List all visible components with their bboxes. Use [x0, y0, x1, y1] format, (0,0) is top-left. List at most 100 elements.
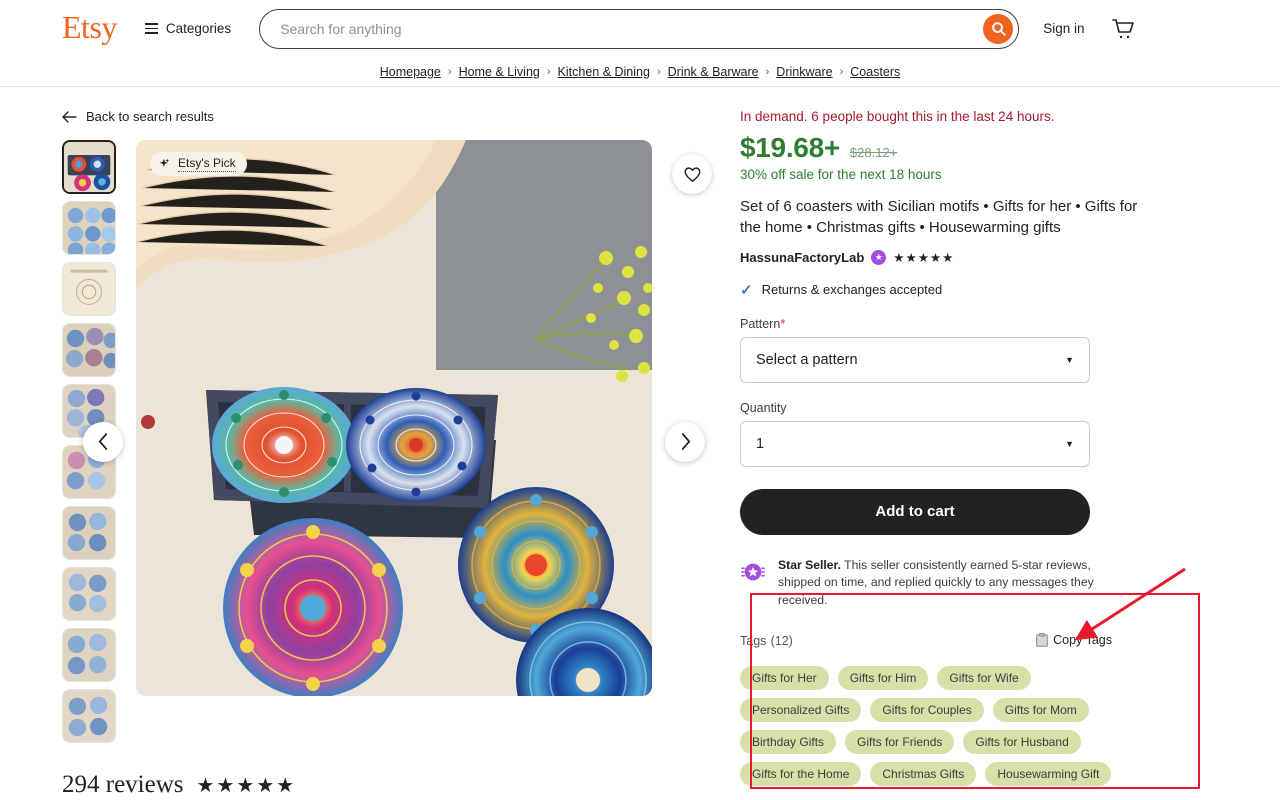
seller-info: HassunaFactoryLab ★ ★ ★ ★ ★ ★ — [740, 249, 1160, 265]
reviews-count-label: 294 reviews — [62, 771, 184, 798]
original-price: $28.12+ — [849, 145, 898, 160]
main-product-image[interactable] — [136, 140, 652, 696]
thumbnail-item[interactable] — [62, 628, 116, 682]
seller-star-rating[interactable]: ★ ★ ★ ★ ★ — [893, 250, 953, 265]
star-icon: ★ — [917, 250, 929, 265]
add-to-cart-button[interactable]: Add to cart — [740, 488, 1090, 535]
thumbnail-item[interactable] — [62, 140, 116, 194]
tags-header: Tags (12) Copy Tags — [740, 632, 1112, 649]
coaster-thumbnail-image — [63, 507, 115, 559]
reviews-summary[interactable]: 294 reviews ★ ★ ★ ★ ★ — [62, 771, 740, 799]
star-icon: ★ — [276, 774, 296, 797]
breadcrumb-separator: › — [839, 65, 844, 78]
star-seller-info: Star Seller. This seller consistently ea… — [740, 557, 1112, 610]
breadcrumb-item-drink-barware[interactable]: Drink & Barware — [668, 65, 759, 79]
quantity-field-label: Quantity — [740, 400, 787, 415]
previous-image-button[interactable] — [83, 421, 123, 462]
product-title: Set of 6 coasters with Sicilian motifs •… — [740, 198, 1138, 237]
tag-item[interactable]: Gifts for Husband — [963, 729, 1081, 754]
tag-item[interactable]: Christmas Gifts — [870, 761, 977, 786]
tag-item[interactable]: Birthday Gifts — [740, 729, 837, 754]
chevron-left-icon — [98, 433, 107, 450]
main-content: Back to search results Etsy's Pick 294 r… — [0, 87, 1280, 799]
back-to-search-results-link[interactable]: Back to search results — [62, 109, 740, 124]
categories-label: Categories — [165, 21, 232, 36]
thumbnail-item[interactable] — [62, 201, 116, 255]
coaster-thumbnail-image — [63, 324, 115, 376]
quantity-select[interactable]: 1 ▼ — [740, 420, 1090, 467]
next-image-button[interactable] — [665, 421, 705, 462]
search-input[interactable] — [259, 8, 1020, 49]
gallery-column: Back to search results Etsy's Pick 294 r… — [0, 109, 740, 799]
tags-title-text: Tags — [740, 633, 767, 648]
tag-item[interactable]: Gifts for Couples — [870, 697, 984, 722]
seller-name-link[interactable]: HassunaFactoryLab — [740, 250, 864, 265]
product-gallery: Etsy's Pick — [62, 140, 740, 743]
shopping-cart-icon — [1112, 18, 1135, 38]
search-button[interactable] — [983, 13, 1014, 44]
current-price: $19.68+ — [740, 132, 840, 163]
tag-item[interactable]: Gifts for Her — [740, 665, 829, 690]
breadcrumb-item-homepage[interactable]: Homepage — [380, 65, 441, 79]
price-block: $19.68+ $28.12+ — [740, 132, 1160, 164]
breadcrumb-separator: › — [656, 65, 661, 78]
tag-item[interactable]: Personalized Gifts — [740, 697, 862, 722]
chevron-down-icon: ▼ — [1065, 354, 1074, 365]
thumbnail-item[interactable] — [62, 262, 116, 316]
coaster-thumbnail-image — [63, 263, 115, 315]
star-seller-badge-icon — [741, 563, 765, 580]
thumbnail-item[interactable] — [62, 689, 116, 743]
sparkle-icon — [159, 158, 170, 167]
star-icon: ★ — [196, 774, 216, 797]
tag-item[interactable]: Gifts for Him — [837, 665, 929, 690]
copy-tags-button[interactable]: Copy Tags — [1036, 633, 1112, 647]
hamburger-icon — [144, 23, 158, 34]
tags-count: (12) — [770, 633, 793, 648]
breadcrumb-item-drinkware[interactable]: Drinkware — [776, 65, 832, 79]
tags-section: Tags (12) Copy Tags Gifts for Her Gifts … — [740, 632, 1112, 786]
sign-in-link[interactable]: Sign in — [1043, 21, 1084, 36]
cart-button[interactable] — [1110, 17, 1136, 41]
tags-title: Tags (12) — [740, 632, 793, 649]
reviews-star-rating: ★ ★ ★ ★ ★ — [197, 773, 296, 798]
categories-button[interactable]: Categories — [144, 21, 232, 36]
returns-policy: ✓ Returns & exchanges accepted — [740, 281, 1160, 299]
tag-item[interactable]: Gifts for Wife — [937, 665, 1031, 690]
coaster-thumbnail-image — [64, 142, 114, 192]
tag-item[interactable]: Gifts for the Home — [740, 761, 862, 786]
breadcrumb-item-coasters[interactable]: Coasters — [850, 65, 900, 79]
star-icon: ★ — [256, 774, 276, 797]
clipboard-icon — [1036, 633, 1048, 647]
coaster-thumbnail-image — [63, 568, 115, 620]
required-mark: * — [780, 316, 786, 331]
breadcrumb: Homepage › Home & Living › Kitchen & Din… — [0, 57, 1280, 87]
tag-item[interactable]: Gifts for Mom — [992, 697, 1089, 722]
demand-notice: In demand. 6 people bought this in the l… — [740, 109, 1055, 124]
pattern-select[interactable]: Select a pattern ▼ — [740, 336, 1090, 383]
tag-item[interactable]: Gifts for Friends — [845, 729, 955, 754]
search-bar — [259, 8, 1020, 49]
site-header: Etsy Categories Sign in — [0, 0, 1280, 57]
star-seller-badge-icon: ★ — [871, 249, 887, 265]
pattern-label-text: Pattern — [740, 316, 781, 331]
breadcrumb-item-home-living[interactable]: Home & Living — [459, 65, 540, 79]
search-icon — [991, 22, 1006, 36]
thumbnail-item[interactable] — [62, 323, 116, 377]
star-icon: ★ — [216, 774, 236, 797]
thumbnail-item[interactable] — [62, 506, 116, 560]
coaster-thumbnail-image — [63, 202, 115, 254]
etsy-logo[interactable]: Etsy — [62, 11, 117, 47]
copy-tags-label: Copy Tags — [1053, 633, 1112, 648]
thumbnail-item[interactable] — [62, 567, 116, 621]
coaster-thumbnail-image — [63, 690, 115, 742]
tag-item[interactable]: Housewarming Gift — [985, 761, 1112, 786]
star-seller-title: Star Seller. — [778, 557, 842, 572]
star-icon: ★ — [893, 250, 905, 265]
breadcrumb-item-kitchen-dining[interactable]: Kitchen & Dining — [558, 65, 650, 79]
arrow-left-icon — [62, 110, 77, 123]
favorite-button[interactable] — [672, 154, 712, 194]
coaster-product-photo — [136, 140, 652, 696]
quantity-selected-value: 1 — [756, 435, 765, 452]
star-seller-description: Star Seller. This seller consistently ea… — [778, 557, 1112, 610]
sale-note: 30% off sale for the next 18 hours — [740, 167, 942, 182]
